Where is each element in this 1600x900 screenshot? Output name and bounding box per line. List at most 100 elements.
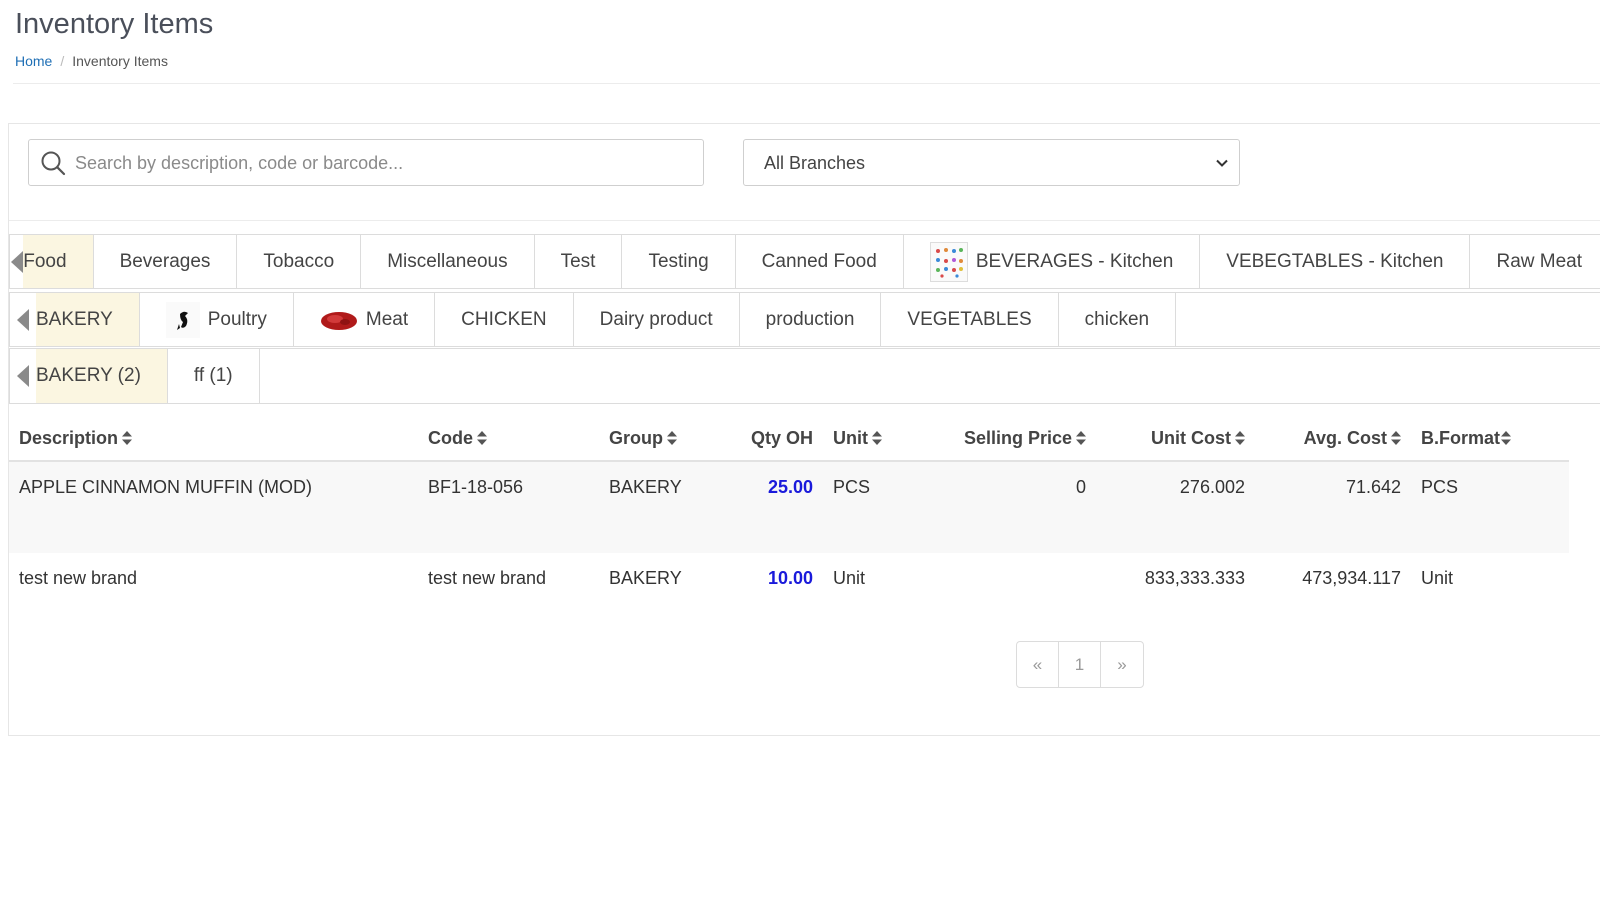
breadcrumb-home-link[interactable]: Home [15,53,52,69]
caret-left-icon [17,365,29,387]
category-row-1-back-arrow[interactable] [10,235,23,288]
pagination: « 1 » [1016,641,1144,688]
search-icon [41,151,66,176]
tab-raw-meat[interactable]: Raw Meat [1470,235,1600,288]
column-header-label: Avg. Cost [1303,428,1387,448]
column-header-label: Description [19,428,119,448]
column-header-label: Selling Price [963,428,1072,448]
search-input[interactable] [75,148,685,178]
sort-icon [1501,431,1512,445]
cell-b-format: Unit [1421,568,1454,588]
tab-label: BAKERY (2) [36,365,141,386]
tab-label: Dairy product [599,308,713,330]
cell-unit: Unit [833,568,866,588]
breadcrumb: Home / Inventory Items [15,53,168,69]
tab-vebegtables-kitchen[interactable]: VEBEGTABLES - Kitchen [1200,235,1471,288]
branch-select[interactable]: All Branches [743,139,1240,186]
tab-bakery-subgroup[interactable]: BAKERY (2) [36,349,168,403]
cell-code: test new brand [428,568,547,588]
tab-food[interactable]: Food [23,235,94,288]
column-header-qty-oh: Qty OH [724,417,823,462]
meat-icon [320,311,357,330]
cell-selling-price: 0 [915,461,1096,553]
column-header-unit[interactable]: Unit [823,417,915,462]
inventory-table: Description Code Group Qty OH Unit Selli… [9,417,1569,645]
tab-label: Poultry [207,308,267,330]
tab-label: BAKERY [36,308,113,330]
tab-meat[interactable]: Meat [294,293,436,346]
tab-vegetables[interactable]: VEGETABLES [881,293,1059,346]
cell-code: BF1-18-056 [418,461,599,553]
tab-label: chicken [1084,308,1150,330]
column-header-selling-price[interactable]: Selling Price [915,417,1096,462]
sort-icon [477,431,487,445]
tab-label: ff (1) [193,365,233,386]
tab-test[interactable]: Test [535,235,623,288]
tab-label: production [765,308,855,330]
column-header-label: Unit [833,428,868,448]
category-row-3: BAKERY (2) ff (1) [9,348,1600,404]
cell-avg-cost: 71.642 [1255,461,1411,553]
tab-label: Canned Food [761,250,877,272]
tab-miscellaneous[interactable]: Miscellaneous [361,235,535,288]
tab-label: VEBEGTABLES - Kitchen [1226,250,1444,272]
tab-beverages-kitchen[interactable]: BEVERAGES - Kitchen [904,235,1201,288]
tab-label: Food [23,250,67,272]
sort-icon [1235,431,1245,445]
tab-production[interactable]: production [740,293,882,346]
search-box[interactable] [28,139,704,186]
sort-icon [1391,431,1401,445]
tab-label: Testing [648,250,709,272]
breadcrumb-separator: / [60,53,65,69]
table-row[interactable]: test new brand test new brand BAKERY 10.… [9,553,1569,645]
filter-divider [9,220,1600,221]
inventory-panel: All Branches Food Beverages Tobacco Misc… [8,123,1600,736]
page-title: Inventory Items [15,8,214,40]
column-header-label: Group [609,428,663,448]
cell-b-format: PCS [1411,461,1569,553]
tab-bakery[interactable]: BAKERY [36,293,140,346]
column-header-avg-cost[interactable]: Avg. Cost [1255,417,1411,462]
header-divider [13,83,1600,84]
cell-selling-price [915,553,1096,645]
cell-unit-cost: 833,333.333 [1144,568,1245,588]
column-header-label: B.Format [1421,428,1501,448]
cell-qty-oh: 25.00 [724,461,823,553]
column-header-description[interactable]: Description [9,417,418,462]
caret-left-icon [17,308,29,331]
tab-dairy-product[interactable]: Dairy product [574,293,740,346]
category-row-3-back-arrow[interactable] [10,349,36,403]
pagination-next-button[interactable]: » [1101,642,1143,687]
category-row-2: BAKERY Poultry Meat CHICKEN Dairy produc… [9,292,1600,347]
column-header-b-format[interactable]: B.Format [1411,417,1569,462]
tab-label: BEVERAGES - Kitchen [975,250,1174,272]
tab-label: Test [560,250,596,272]
cell-group: BAKERY [599,461,724,553]
tab-label: Beverages [119,250,211,272]
column-header-unit-cost[interactable]: Unit Cost [1096,417,1255,462]
tab-chicken-lower[interactable]: chicken [1059,293,1177,346]
column-header-group[interactable]: Group [599,417,724,462]
category-row-2-back-arrow[interactable] [10,293,36,346]
chevron-down-icon [1216,159,1228,167]
column-header-label: Qty OH [750,428,813,448]
table-row[interactable]: APPLE CINNAMON MUFFIN (MOD) BF1-18-056 B… [9,461,1569,553]
tab-tobacco[interactable]: Tobacco [237,235,362,288]
tab-poultry[interactable]: Poultry [140,293,294,346]
column-header-code[interactable]: Code [418,417,599,462]
tab-chicken-upper[interactable]: CHICKEN [435,293,574,346]
pagination-page-1[interactable]: 1 [1059,642,1101,687]
tab-label: Miscellaneous [387,250,508,272]
category-row-1: Food Beverages Tobacco Miscellaneous Tes… [9,234,1600,289]
tab-canned-food[interactable]: Canned Food [736,235,904,288]
column-header-label: Unit Cost [1151,428,1231,448]
tab-testing[interactable]: Testing [622,235,736,288]
cell-unit-cost: 276.002 [1096,461,1255,553]
tab-beverages[interactable]: Beverages [94,235,238,288]
tab-label: Raw Meat [1496,250,1582,272]
sort-icon [122,431,133,445]
cell-qty-oh: 10.00 [767,568,813,588]
caret-left-icon [10,250,23,273]
tab-ff-subgroup[interactable]: ff (1) [168,349,260,403]
pagination-prev-button[interactable]: « [1017,642,1059,687]
